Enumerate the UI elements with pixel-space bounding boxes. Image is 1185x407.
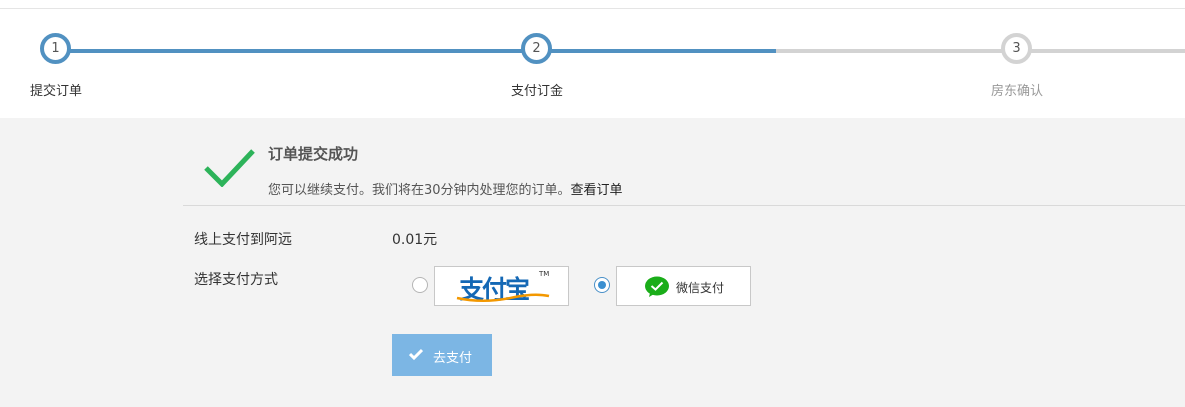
alipay-swoosh-icon <box>456 293 550 302</box>
step-3-label: 房东确认 <box>990 84 1044 99</box>
step-1-label: 提交订单 <box>29 84 83 99</box>
payment-panel <box>0 118 1185 407</box>
success-title: 订单提交成功 <box>268 145 359 163</box>
payment-method-label: 选择支付方式 <box>194 272 278 288</box>
alipay-radio[interactable] <box>412 277 428 293</box>
step-1-circle: 1 <box>40 33 71 64</box>
progress-bar-complete <box>56 49 776 53</box>
success-desc-text: 您可以继续支付。我们将在30分钟内处理您的订单。 <box>268 183 571 198</box>
alipay-trademark: TM <box>539 270 550 278</box>
top-divider <box>0 8 1185 9</box>
progress-bar-remaining <box>776 49 1185 53</box>
step-2-circle: 2 <box>521 33 552 64</box>
check-icon <box>409 348 423 361</box>
pay-button[interactable]: 去支付 <box>392 334 492 376</box>
pay-to-label: 线上支付到阿远 <box>194 232 292 248</box>
step-2-label: 支付订金 <box>510 84 564 99</box>
alipay-option[interactable]: 支付宝 TM <box>434 266 569 306</box>
success-check-icon <box>204 149 255 187</box>
success-message: 您可以继续支付。我们将在30分钟内处理您的订单。查看订单 <box>268 179 623 198</box>
pay-button-label: 去支付 <box>433 351 473 366</box>
wechat-icon <box>645 276 669 297</box>
wechat-pay-label: 微信支付 <box>676 281 725 295</box>
view-order-link[interactable]: 查看订单 <box>571 183 623 198</box>
wechat-pay-option[interactable]: 微信支付 <box>616 266 751 306</box>
wechat-radio[interactable] <box>594 277 610 293</box>
step-3-circle: 3 <box>1001 33 1032 64</box>
section-divider <box>183 205 1185 206</box>
payment-amount: 0.01元 <box>392 232 438 248</box>
step-progress: 1 提交订单 2 支付订金 3 房东确认 <box>0 0 1185 118</box>
